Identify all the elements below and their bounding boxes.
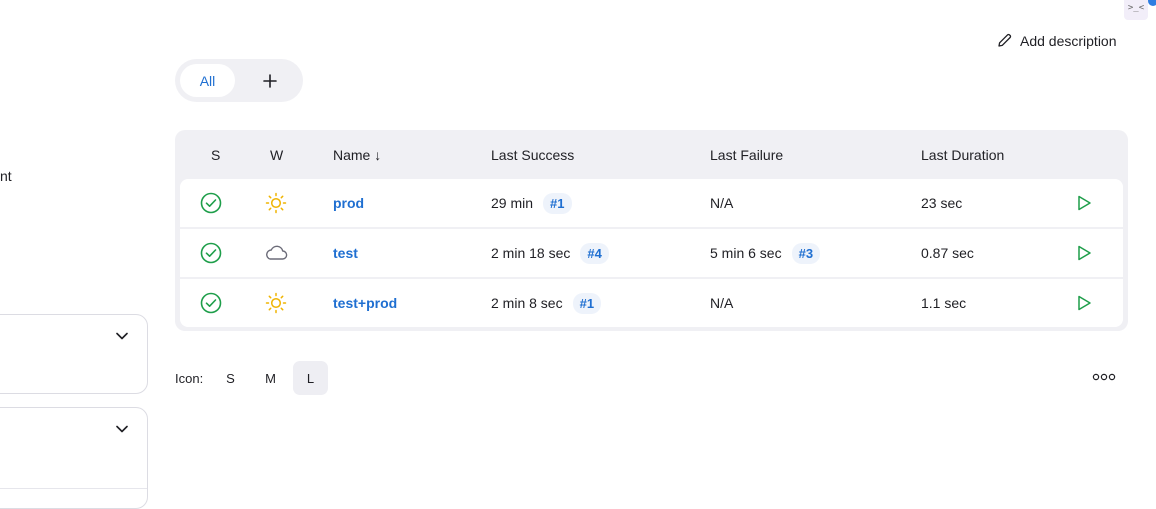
ellipsis-icon: [1092, 373, 1116, 381]
icon-size-m[interactable]: M: [253, 361, 288, 395]
last-duration-cell: 1.1 sec: [921, 295, 967, 311]
column-header-last-failure[interactable]: Last Failure: [710, 147, 783, 163]
chevron-down-icon[interactable]: [115, 422, 129, 439]
run-button[interactable]: [1075, 229, 1093, 277]
icon-size-l[interactable]: L: [293, 361, 328, 395]
last-success-cell: 2 min 8 sec #1: [491, 279, 602, 327]
sun-icon: [265, 192, 287, 214]
weather-cell: [264, 279, 288, 327]
tab-all[interactable]: All: [180, 64, 235, 97]
last-success-time: 2 min 8 sec: [491, 295, 563, 311]
last-failure-cell: 5 min 6 sec #3: [710, 229, 821, 277]
weather-cell: [264, 179, 288, 227]
job-link-test-prod[interactable]: test+prod: [333, 295, 397, 311]
panel-divider: [0, 488, 147, 489]
check-circle-icon: [200, 192, 222, 214]
column-header-last-success[interactable]: Last Success: [491, 147, 574, 163]
column-header-name[interactable]: Name ↓: [333, 147, 381, 163]
status-cell: [200, 179, 222, 227]
play-icon: [1078, 295, 1091, 311]
pencil-icon: [998, 33, 1012, 47]
column-header-last-duration[interactable]: Last Duration: [921, 147, 1004, 163]
table-row: test+prod 2 min 8 sec #1 N/A 1.1 sec: [180, 279, 1123, 327]
play-icon: [1078, 195, 1091, 211]
column-header-status[interactable]: S: [211, 147, 220, 163]
job-link-test[interactable]: test: [333, 245, 358, 261]
last-failure-time: N/A: [710, 295, 734, 311]
last-success-time: 2 min 18 sec: [491, 245, 571, 261]
add-view-button[interactable]: [253, 64, 286, 97]
check-circle-icon: [200, 242, 222, 264]
icon-size-s[interactable]: S: [213, 361, 248, 395]
sidebar-panel-1[interactable]: [0, 314, 148, 394]
icon-size-label: Icon:: [175, 371, 204, 386]
last-failure-time: 5 min 6 sec: [710, 245, 782, 261]
chevron-down-icon[interactable]: [115, 329, 129, 346]
add-description-link[interactable]: Add description: [996, 32, 1117, 49]
build-link[interactable]: #4: [580, 242, 609, 264]
job-link-prod[interactable]: prod: [333, 195, 364, 211]
sidebar-partial-text[interactable]: nt: [0, 168, 12, 184]
last-success-time: 29 min: [491, 195, 534, 211]
view-tabs: All: [175, 59, 303, 102]
run-button[interactable]: [1075, 179, 1093, 227]
column-header-weather[interactable]: W: [270, 147, 283, 163]
last-success-cell: 29 min #1: [491, 179, 572, 227]
build-link[interactable]: #1: [572, 292, 602, 314]
status-cell: [200, 229, 222, 277]
sun-icon: [265, 292, 287, 314]
weather-cell: [263, 229, 289, 277]
add-description-label: Add description: [1020, 32, 1117, 49]
last-failure-cell: N/A: [710, 179, 733, 227]
status-cell: [200, 279, 222, 327]
table-row: test 2 min 18 sec #4 5 min 6 sec #3 0.87…: [180, 229, 1123, 277]
last-failure-time: N/A: [710, 195, 734, 211]
jobs-table: S W Name ↓ Last Success Last Failure Las…: [175, 130, 1128, 331]
table-row: prod 29 min #1 N/A 23 sec: [180, 179, 1123, 227]
build-link[interactable]: #1: [543, 192, 572, 214]
build-link[interactable]: #3: [791, 242, 821, 264]
cloud-icon: [266, 245, 288, 260]
check-circle-icon: [200, 292, 222, 314]
corner-widget[interactable]: >_<: [1124, 0, 1148, 20]
run-button[interactable]: [1075, 279, 1093, 327]
plus-icon: [262, 73, 277, 88]
last-success-cell: 2 min 18 sec #4: [491, 229, 609, 277]
last-duration-cell: 0.87 sec: [921, 245, 974, 261]
notification-dot: [1148, 0, 1156, 6]
more-options-button[interactable]: [1091, 370, 1117, 386]
last-duration-cell: 23 sec: [921, 195, 963, 211]
play-icon: [1078, 245, 1091, 261]
last-failure-cell: N/A: [710, 279, 733, 327]
